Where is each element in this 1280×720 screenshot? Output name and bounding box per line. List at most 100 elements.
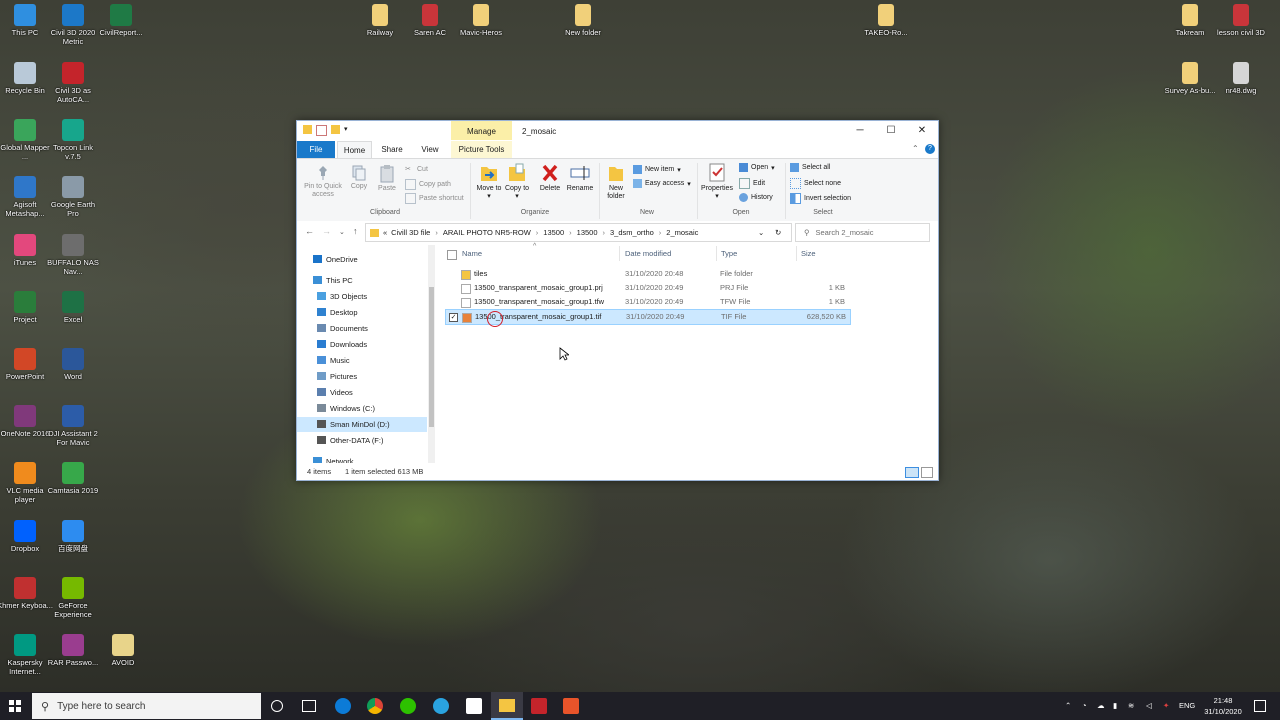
onedrive-icon[interactable]: ☁ (1097, 692, 1105, 720)
desktop-icon[interactable]: lesson civil 3D (1213, 4, 1269, 37)
back-arrow-icon[interactable]: ← (305, 226, 314, 236)
edit-button[interactable]: Edit (739, 178, 765, 189)
tab-share[interactable]: Share (375, 141, 409, 158)
breadcrumb-item[interactable]: ARAIL PHOTO NR5-ROW (443, 228, 531, 237)
desktop-icon[interactable]: Saren AC (402, 4, 458, 37)
nav-item[interactable]: This PC (297, 273, 427, 288)
new-folder-button[interactable]: New folder (603, 163, 629, 201)
up-arrow-icon[interactable]: ↑ (353, 226, 358, 236)
recent-chevron-icon[interactable]: ⌄ (339, 228, 345, 236)
tab-file[interactable]: File (297, 141, 335, 158)
nav-scrollbar[interactable] (428, 245, 435, 463)
desktop-icon[interactable]: Mavic-Heros (453, 4, 509, 37)
breadcrumb-item[interactable]: 13500 (577, 228, 598, 237)
select-all-checkbox[interactable] (447, 250, 457, 260)
file-explorer-taskbar-button[interactable] (491, 692, 523, 720)
properties-icon[interactable] (316, 125, 327, 136)
breadcrumb-chevron-icon[interactable]: › (659, 228, 662, 237)
refresh-icon[interactable]: ↻ (775, 228, 781, 237)
desktop-icon[interactable]: GeForce Experience (45, 577, 101, 619)
desktop-icon[interactable]: RAR Passwo... (45, 634, 101, 667)
desktop-icon[interactable]: 百度网盘 (45, 520, 101, 553)
search-input[interactable]: ⚲ Search 2_mosaic (795, 223, 930, 242)
large-icons-view-icon[interactable] (921, 467, 933, 478)
desktop-icon[interactable]: CivilReport... (93, 4, 149, 37)
nav-item[interactable]: Downloads (297, 337, 427, 352)
network-icon[interactable]: ◔ (1082, 692, 1087, 720)
copy-to-button[interactable]: Copy to ▾ (503, 163, 531, 201)
edge-icon[interactable] (335, 698, 351, 714)
desktop-icon[interactable]: Survey As-bu... (1162, 62, 1218, 95)
desktop-icon[interactable]: Takream (1162, 4, 1218, 37)
tab-picture-tools[interactable]: Picture Tools (451, 141, 512, 158)
desktop-icon[interactable]: DJI Assistant 2 For Mavic (45, 405, 101, 447)
chrome-icon[interactable] (367, 698, 383, 714)
column-size[interactable]: Size (801, 249, 816, 258)
desktop-icon[interactable]: BUFFALO NAS Nav... (45, 234, 101, 276)
select-none-button[interactable]: Select none (790, 178, 841, 189)
invert-selection-button[interactable]: Invert selection (790, 193, 851, 204)
desktop-icon[interactable]: Topcon Link v.7.5 (45, 119, 101, 161)
file-explorer-window[interactable]: ▾ Manage 2_mosaic ─ ☐ ✕ File Home Share … (296, 120, 939, 481)
tab-view[interactable]: View (413, 141, 447, 158)
cut-button[interactable]: ✂ Cut (405, 165, 428, 174)
task-view-icon[interactable] (302, 700, 316, 712)
new-item-button[interactable]: New item ▾ (633, 165, 681, 174)
desktop-icon[interactable]: Excel (45, 291, 101, 324)
wechat-icon[interactable] (400, 698, 416, 714)
tray-overflow-icon[interactable]: ⌃ (1065, 692, 1071, 720)
copy-button[interactable]: Copy (347, 165, 371, 191)
forward-arrow-icon[interactable]: → (322, 226, 331, 236)
file-row[interactable]: 13500_transparent_mosaic_group1.prj 31/10… (445, 281, 849, 295)
nav-item[interactable]: Windows (C:) (297, 401, 427, 416)
copy-path-button[interactable]: Copy path (405, 179, 451, 190)
file-row[interactable]: tiles 31/10/2020 20:48 File folder (445, 267, 849, 281)
move-to-button[interactable]: Move to ▾ (475, 163, 503, 201)
open-button[interactable]: Open ▾ (739, 163, 775, 172)
mail-icon[interactable] (466, 698, 482, 714)
help-icon[interactable]: ? (925, 144, 935, 154)
close-button[interactable]: ✕ (907, 121, 937, 141)
file-row[interactable]: ✓ 13500_transparent_mosaic_group1.tif 31/1… (445, 309, 851, 325)
title-bar[interactable]: ▾ Manage 2_mosaic ─ ☐ ✕ (297, 121, 938, 141)
breadcrumb-chevron-icon[interactable]: › (569, 228, 572, 237)
desktop-icon[interactable]: Camtasia 2019 (45, 462, 101, 495)
breadcrumb-chevron-icon[interactable]: › (603, 228, 606, 237)
column-type[interactable]: Type (721, 249, 737, 258)
column-name[interactable]: Name (462, 249, 482, 258)
tab-home[interactable]: Home (337, 141, 372, 159)
ribbon-collapse-icon[interactable]: ⌃ (912, 144, 919, 153)
camtasia-recorder-icon[interactable] (563, 698, 579, 714)
taskbar-search-input[interactable]: ⚲ Type here to search (32, 693, 261, 719)
desktop-icon[interactable]: AVOID (95, 634, 151, 667)
properties-button[interactable]: Properties ▾ (699, 163, 735, 201)
breadcrumb-chevron-icon[interactable]: › (435, 228, 438, 237)
nav-item[interactable]: Other-DATA (F:) (297, 433, 427, 448)
wifi-icon[interactable]: ≋ (1128, 692, 1134, 720)
breadcrumb-item[interactable]: 13500 (543, 228, 564, 237)
nav-item[interactable]: Network (297, 454, 427, 463)
start-windows-icon[interactable] (9, 700, 21, 712)
breadcrumb-overflow[interactable]: « (383, 228, 387, 237)
notification-icon[interactable] (1254, 700, 1266, 712)
battery-icon[interactable]: ▮ (1113, 692, 1117, 720)
nav-item[interactable]: Videos (297, 385, 427, 400)
breadcrumb-item[interactable]: Civill 3D file (391, 228, 430, 237)
desktop-icon[interactable]: Google Earth Pro (45, 176, 101, 218)
desktop-icon[interactable]: Railway (352, 4, 408, 37)
nav-item[interactable]: 3D Objects (297, 289, 427, 304)
paste-button[interactable]: Paste (375, 165, 399, 193)
telegram-icon[interactable] (433, 698, 449, 714)
delete-button[interactable]: Delete (537, 163, 563, 193)
row-checkbox[interactable]: ✓ (449, 313, 458, 322)
details-view-icon[interactable] (905, 467, 919, 478)
file-row[interactable]: 13500_transparent_mosaic_group1.tfw 31/10… (445, 295, 849, 309)
maximize-button[interactable]: ☐ (876, 121, 906, 141)
desktop-icon[interactable]: Civil 3D as AutoCA... (45, 62, 101, 104)
paste-shortcut-button[interactable]: Paste shortcut (405, 193, 464, 204)
nav-item[interactable]: Desktop (297, 305, 427, 320)
address-dropdown-icon[interactable]: ⌄ (758, 228, 764, 237)
qat-dropdown-icon[interactable]: ▾ (344, 125, 350, 134)
new-folder-icon[interactable] (331, 125, 340, 134)
volume-icon[interactable]: ◁ (1146, 692, 1152, 720)
